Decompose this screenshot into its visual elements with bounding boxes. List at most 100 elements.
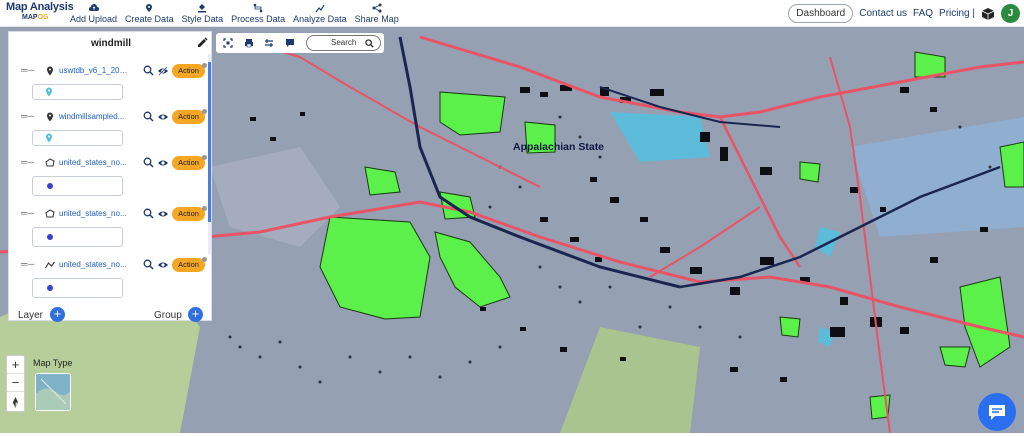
action-button[interactable]: Action bbox=[172, 258, 205, 272]
line-geometry-icon bbox=[45, 261, 55, 269]
color-dot bbox=[47, 183, 53, 189]
search-label: Search bbox=[331, 38, 357, 47]
panel-title: windmill bbox=[91, 38, 131, 49]
point-geometry-icon bbox=[47, 66, 53, 76]
nav-add-upload[interactable]: Add Upload bbox=[66, 0, 121, 27]
cloud-upload-icon bbox=[88, 4, 99, 11]
app-logo[interactable]: Map Analysis MAPOG bbox=[6, 1, 74, 26]
color-dot bbox=[47, 234, 53, 240]
nav-label: Style Data bbox=[181, 14, 224, 24]
layer-item: ═ ─ united_states_no... Action bbox=[9, 257, 210, 305]
drag-handle-icon[interactable]: ═ ─ bbox=[21, 259, 34, 269]
process-icon bbox=[253, 3, 263, 13]
satellite-preview bbox=[36, 374, 70, 410]
eye-icon[interactable] bbox=[157, 158, 169, 168]
faq-link[interactable]: FAQ bbox=[913, 8, 933, 19]
zoom-out-button[interactable]: − bbox=[7, 374, 24, 392]
eye-icon[interactable] bbox=[157, 209, 169, 219]
paint-bucket-icon bbox=[198, 4, 207, 13]
layer-style-swatch[interactable] bbox=[32, 130, 123, 146]
layer-style-swatch[interactable] bbox=[32, 278, 123, 298]
cube-icon[interactable] bbox=[981, 7, 995, 21]
action-button[interactable]: Action bbox=[172, 110, 205, 124]
panel-footer: Layer + Group + bbox=[9, 307, 213, 322]
map-pin-icon bbox=[46, 133, 52, 143]
drag-handle-icon[interactable]: ═ ─ bbox=[21, 157, 34, 167]
eye-icon[interactable] bbox=[157, 112, 169, 122]
layer-name[interactable]: united_states_no... bbox=[59, 260, 131, 269]
drag-handle-icon[interactable]: ═ ─ bbox=[21, 208, 34, 218]
chat-button[interactable] bbox=[978, 393, 1016, 431]
comment-icon[interactable] bbox=[285, 38, 295, 48]
action-menu-dot bbox=[202, 109, 207, 114]
action-button[interactable]: Action bbox=[172, 64, 205, 78]
nav-label: Process Data bbox=[231, 14, 286, 24]
map-type-thumbnail[interactable] bbox=[35, 373, 71, 411]
layer-name[interactable]: united_states_no... bbox=[59, 209, 131, 218]
color-dot bbox=[47, 285, 53, 291]
action-button[interactable]: Action bbox=[172, 207, 205, 221]
layer-style-swatch[interactable] bbox=[32, 84, 123, 100]
search-icon bbox=[365, 39, 374, 48]
pricing-link[interactable]: Pricing | bbox=[939, 8, 975, 19]
add-group-button[interactable]: + bbox=[188, 307, 203, 322]
top-navbar: Map Analysis MAPOG Add Upload Create Dat… bbox=[0, 0, 1024, 27]
map-search-box[interactable]: Search bbox=[306, 35, 381, 51]
edit-pencil-icon[interactable] bbox=[197, 37, 208, 48]
nav-label: Share Map bbox=[354, 14, 399, 24]
action-menu-dot bbox=[202, 155, 207, 160]
map-pin-icon bbox=[146, 4, 153, 12]
place-label: Appalachian State bbox=[513, 141, 605, 153]
polygon-geometry-icon bbox=[45, 158, 55, 167]
map-pin-icon bbox=[46, 87, 52, 97]
zoom-to-layer-icon[interactable] bbox=[143, 259, 154, 270]
layer-style-swatch[interactable] bbox=[32, 227, 123, 247]
chat-icon bbox=[989, 405, 1005, 420]
analyze-icon bbox=[315, 4, 325, 13]
compass-icon bbox=[12, 397, 19, 408]
measure-icon[interactable] bbox=[264, 38, 274, 48]
drag-handle-icon[interactable]: ═ ─ bbox=[21, 111, 34, 121]
nav-process-data[interactable]: Process Data bbox=[227, 0, 289, 27]
layer-item: ═ ─ united_states_no... Action bbox=[9, 206, 210, 254]
zoom-to-layer-icon[interactable] bbox=[143, 157, 154, 168]
action-menu-dot bbox=[202, 257, 207, 262]
reset-bearing-button[interactable] bbox=[7, 392, 24, 410]
right-nav: Dashboard Contact us FAQ Pricing | J bbox=[788, 1, 1020, 26]
action-menu-dot bbox=[202, 63, 207, 68]
eye-icon[interactable] bbox=[157, 260, 169, 270]
layer-item: ═ ─ windmillsampled... Action bbox=[9, 109, 210, 157]
polygon-geometry-icon bbox=[45, 209, 55, 218]
nav-label: Add Upload bbox=[70, 14, 118, 24]
zoom-in-button[interactable]: + bbox=[7, 356, 24, 374]
add-layer-button[interactable]: + bbox=[50, 307, 65, 322]
nav-style-data[interactable]: Style Data bbox=[178, 0, 228, 27]
nav-analyze-data[interactable]: Analyze Data bbox=[289, 0, 351, 27]
zoom-to-layer-icon[interactable] bbox=[143, 111, 154, 122]
avatar[interactable]: J bbox=[1001, 4, 1020, 23]
zoom-control: + − bbox=[6, 355, 25, 412]
nav-label: Create Data bbox=[125, 14, 174, 24]
layer-name[interactable]: uswtdb_v6_1_2020... bbox=[59, 66, 131, 75]
nav-create-data[interactable]: Create Data bbox=[121, 0, 178, 27]
share-icon bbox=[372, 3, 382, 13]
print-icon[interactable] bbox=[244, 38, 254, 48]
fullscreen-icon[interactable] bbox=[223, 38, 233, 48]
eye-off-icon[interactable] bbox=[157, 66, 169, 76]
layer-label: Layer bbox=[18, 310, 44, 321]
layer-panel: windmill ═ ─ uswtdb_v6_1_2020... Action … bbox=[8, 31, 213, 322]
main-nav: Add Upload Create Data Style Data Proces… bbox=[66, 0, 403, 27]
drag-handle-icon[interactable]: ═ ─ bbox=[21, 65, 34, 75]
nav-share-map[interactable]: Share Map bbox=[351, 0, 403, 27]
logo-subtitle: MAPOG bbox=[22, 14, 49, 21]
map-type-label: Map Type bbox=[33, 358, 73, 368]
zoom-to-layer-icon[interactable] bbox=[143, 208, 154, 219]
contact-link[interactable]: Contact us bbox=[859, 8, 907, 19]
logo-title: Map Analysis bbox=[6, 1, 74, 13]
layer-style-swatch[interactable] bbox=[32, 176, 123, 196]
action-button[interactable]: Action bbox=[172, 156, 205, 170]
zoom-to-layer-icon[interactable] bbox=[143, 65, 154, 76]
dashboard-button[interactable]: Dashboard bbox=[788, 4, 854, 23]
layer-name[interactable]: windmillsampled... bbox=[59, 112, 131, 121]
layer-name[interactable]: united_states_no... bbox=[59, 158, 131, 167]
